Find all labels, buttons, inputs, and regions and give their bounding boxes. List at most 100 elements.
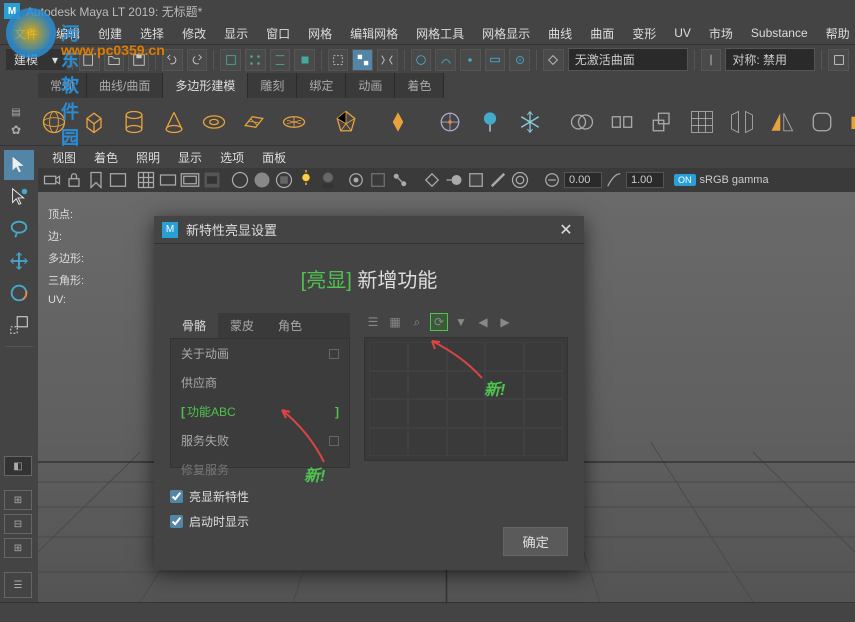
layout-single-icon[interactable]: ◧ [4,456,32,476]
vp-two-sided-icon[interactable] [422,170,442,190]
move-tool-icon[interactable] [4,246,34,276]
select-hierarchy-button[interactable] [352,49,373,71]
layout-two-h-icon[interactable]: ⊟ [4,514,32,534]
dialog-tab-character[interactable]: 角色 [266,313,314,338]
save-scene-button[interactable] [128,49,149,71]
vp-exposure-icon[interactable] [542,170,562,190]
separate-icon[interactable] [608,106,636,138]
vp-menu-shading[interactable]: 着色 [86,147,126,168]
bevel-icon[interactable] [688,106,716,138]
vp-bookmark-icon[interactable] [86,170,106,190]
poly-cylinder-icon[interactable] [120,106,148,138]
vp-gamma-icon[interactable] [604,170,624,190]
dialog-header[interactable]: M 新特性亮显设置 ✕ [154,216,584,244]
vp-dof-icon[interactable] [510,170,530,190]
shelf-tab-general[interactable]: 常规 [38,73,87,98]
menu-edit[interactable]: 编辑 [48,23,88,44]
snap-together-icon[interactable] [436,106,464,138]
symmetry-button[interactable] [701,49,722,71]
shelf-tab-shading[interactable]: 着色 [395,73,444,98]
vp-camera-lock-icon[interactable] [64,170,84,190]
rotate-tool-icon[interactable] [4,278,34,308]
poly-cone-icon[interactable] [160,106,188,138]
pr-search-icon[interactable]: ⌕ [408,313,426,331]
menu-help[interactable]: 帮助 [818,23,855,44]
mirror-icon[interactable] [768,106,796,138]
lasso-tool-icon[interactable] [4,182,34,212]
select-edge-button[interactable] [270,49,291,71]
colorspace-on-badge[interactable]: ON [674,174,696,186]
poly-type-icon[interactable] [384,106,412,138]
menu-edit-mesh[interactable]: 编辑网格 [342,23,406,44]
poly-disc-icon[interactable] [280,106,308,138]
shelf-tab-curves[interactable]: 曲线/曲面 [87,73,163,98]
undo-button[interactable] [162,49,183,71]
vp-menu-lighting[interactable]: 照明 [128,147,168,168]
new-scene-button[interactable] [79,49,100,71]
shelf-tab-rigging[interactable]: 绑定 [297,73,346,98]
layout-two-v-icon[interactable]: ⊞ [4,538,32,558]
vp-shadows-icon[interactable] [318,170,338,190]
vp-antialias-icon[interactable] [488,170,508,190]
scale-tool-icon[interactable] [4,310,34,340]
select-face-button[interactable] [294,49,315,71]
layout-four-icon[interactable]: ⊞ [4,490,32,510]
smooth-icon[interactable] [808,106,836,138]
dialog-tab-skeleton[interactable]: 骨骼 [170,313,218,338]
shelf-tab-poly[interactable]: 多边形建模 [163,73,248,98]
freeze-icon[interactable] [516,106,544,138]
poly-cube-icon[interactable] [80,106,108,138]
live-surface-field[interactable]: 无激活曲面 [568,48,688,71]
vp-isolate-icon[interactable] [346,170,366,190]
snap-point-button[interactable] [460,49,481,71]
vp-xray-joints-icon[interactable] [390,170,410,190]
close-icon[interactable]: ✕ [556,220,576,240]
poly-sphere-icon[interactable] [40,106,68,138]
redo-button[interactable] [187,49,208,71]
pr-grid-icon[interactable]: ▦ [386,313,404,331]
pr-filter-icon[interactable]: ▼ [452,313,470,331]
shelf-settings-icon[interactable]: ✿ [4,122,28,138]
highlight-checkbox[interactable]: 亮显新特性 [170,488,568,505]
menu-deform[interactable]: 变形 [624,23,664,44]
menu-uv[interactable]: UV [666,24,699,42]
toolbar-extra-button[interactable] [828,49,849,71]
menu-select[interactable]: 选择 [132,23,172,44]
pr-list-icon[interactable]: ☰ [364,313,382,331]
vp-film-gate-icon[interactable] [158,170,178,190]
workspace-selector[interactable]: 建模▾ [6,49,66,70]
list-item[interactable]: 关于动画 [171,339,349,368]
menu-window[interactable]: 窗口 [258,23,298,44]
pr-forward-icon[interactable]: ▶ [496,313,514,331]
vp-menu-show[interactable]: 显示 [170,147,210,168]
select-object-button[interactable] [220,49,241,71]
list-item[interactable]: 供应商 [171,368,349,397]
vp-grid-icon[interactable] [136,170,156,190]
paint-select-icon[interactable] [4,214,34,244]
vp-camera-select-icon[interactable] [42,170,62,190]
menu-mesh-tools[interactable]: 网格工具 [408,23,472,44]
vp-xray-icon[interactable] [368,170,388,190]
vp-smooth-shade-icon[interactable] [252,170,272,190]
poly-plane-icon[interactable] [240,106,268,138]
vp-image-plane-icon[interactable] [108,170,128,190]
boolean-icon[interactable] [848,106,855,138]
gamma-field[interactable]: 1.00 [626,172,664,188]
vp-menu-options[interactable]: 选项 [212,147,252,168]
make-live-button[interactable] [543,49,564,71]
menu-surface[interactable]: 曲面 [582,23,622,44]
vp-menu-view[interactable]: 视图 [44,147,84,168]
extrude-icon[interactable] [648,106,676,138]
menu-file[interactable]: 文件 [6,23,46,44]
vp-motion-blur-icon[interactable] [444,170,464,190]
vp-wireframe-icon[interactable] [230,170,250,190]
vp-ssao-icon[interactable] [466,170,486,190]
shelf-nav-up[interactable]: ▤ [4,106,28,120]
shelf-tab-anim[interactable]: 动画 [346,73,395,98]
colorspace-label[interactable]: sRGB gamma [698,174,771,186]
menu-display[interactable]: 显示 [216,23,256,44]
menu-mesh-display[interactable]: 网格显示 [474,23,538,44]
center-pivot-icon[interactable] [476,106,504,138]
menu-curve[interactable]: 曲线 [540,23,580,44]
select-vertex-button[interactable] [245,49,266,71]
